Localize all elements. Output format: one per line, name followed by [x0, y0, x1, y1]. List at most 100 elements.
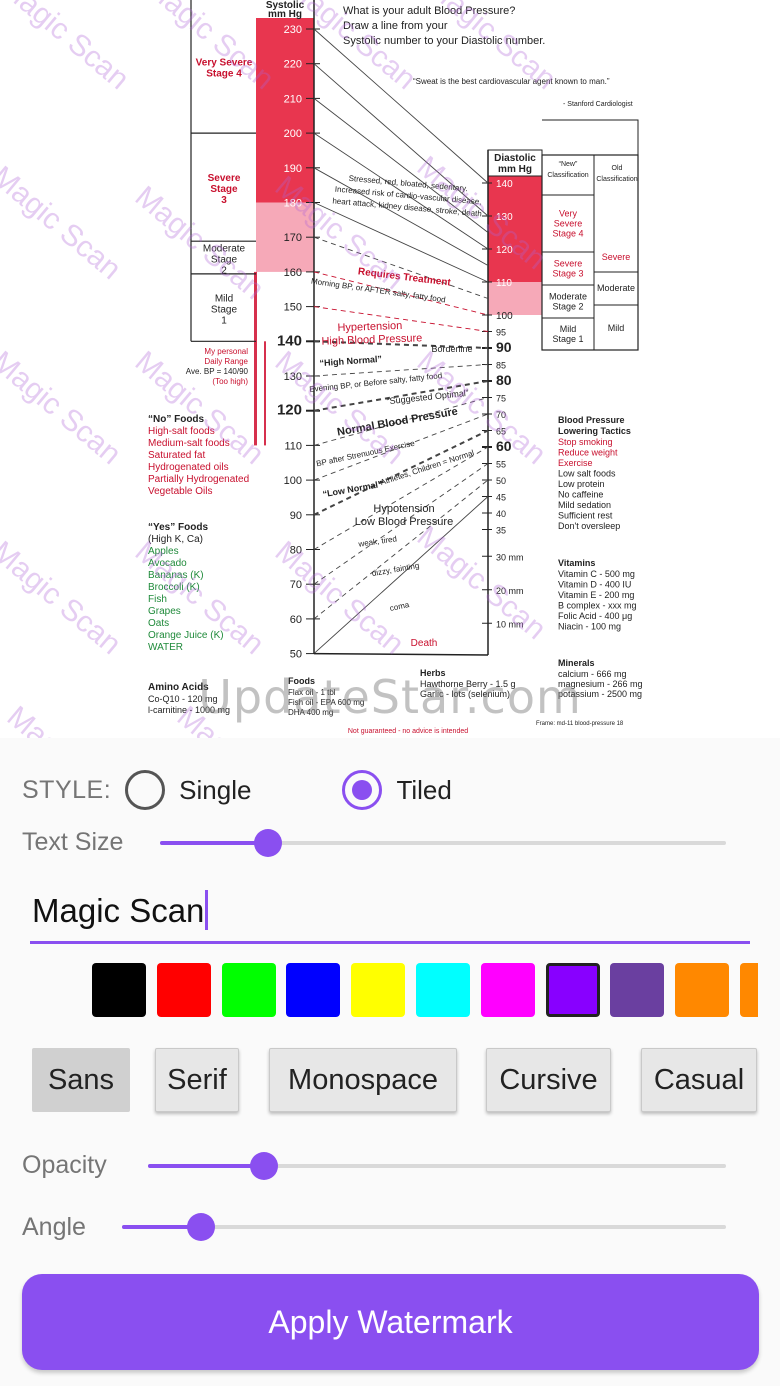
font-casual-button[interactable]: Casual — [641, 1048, 757, 1112]
systolic-tick-label: 230 — [284, 24, 302, 36]
old-class-moderate: Moderate — [597, 283, 635, 293]
old-class-title: Old — [612, 165, 623, 172]
diastolic-tick-label: 140 — [496, 179, 513, 190]
old-class-severe: Severe — [602, 252, 631, 262]
systolic-tick-label: 100 — [284, 475, 302, 487]
diastolic-tick-label: 100 — [496, 311, 513, 322]
radio-tiled-circle[interactable] — [342, 770, 383, 810]
zone-text: “Suggested Optimal” — [386, 388, 469, 407]
personal-range-text: (Too high) — [212, 377, 248, 386]
tactic-item: No caffeine — [558, 490, 603, 500]
diastolic-tick-label: 110 — [496, 278, 512, 289]
color-swatch[interactable] — [286, 963, 341, 1017]
style-tiled-label: Tiled — [396, 774, 452, 805]
watermark-text-value: Magic Scan — [32, 892, 205, 929]
yes-food-item: Orange Juice (K) — [148, 630, 224, 641]
personal-range-text: Ave. BP = 140/90 — [186, 367, 249, 376]
diastolic-tick-label: 45 — [496, 493, 506, 503]
opacity-slider[interactable] — [148, 1151, 726, 1181]
angle-thumb[interactable] — [187, 1213, 215, 1241]
diastolic-tick-label: 10 mm — [496, 619, 524, 629]
yes-food-item: (High K, Ca) — [148, 534, 203, 545]
font-options: Sans Serif Monospace Cursive Casual — [0, 1046, 780, 1116]
tactic-item: Mild sedation — [558, 500, 611, 510]
diastolic-title: Diastolic — [494, 153, 536, 164]
zone-text: Low Blood Pressure — [355, 516, 453, 528]
tactic-item: Reduce weight — [558, 448, 618, 458]
systolic-tick-label: 180 — [284, 198, 302, 210]
color-swatch[interactable] — [740, 963, 758, 1017]
yes-food-item: Fish — [148, 594, 167, 605]
vitamin-item: Niacin - 100 mg — [558, 622, 621, 632]
systolic-tick-label: 190 — [284, 163, 302, 175]
color-swatch[interactable] — [416, 963, 470, 1017]
yes-food-item: Avocado — [148, 558, 187, 569]
systolic-tick-label: 120 — [277, 402, 302, 419]
color-swatch[interactable] — [92, 963, 146, 1017]
diastolic-tick-label: 30 mm — [496, 552, 524, 562]
new-class-label: Severe — [554, 219, 583, 229]
personal-range-text: My personal — [204, 347, 248, 356]
stage-label: Stage — [210, 184, 238, 195]
systolic-tick-label: 50 — [290, 649, 302, 661]
diastolic-tick-label: 60 — [496, 438, 512, 454]
angle-slider[interactable] — [122, 1212, 726, 1242]
color-swatch[interactable] — [351, 963, 406, 1017]
text-caret — [205, 890, 209, 930]
style-single-radio[interactable]: Single — [125, 770, 251, 810]
font-sans-button[interactable]: Sans — [32, 1048, 130, 1112]
diastolic-tick-label: 85 — [496, 361, 506, 371]
diastolic-tick-label: 130 — [496, 212, 513, 223]
zone-text: BP after Strenuous Exercise — [315, 439, 416, 469]
apply-watermark-button[interactable]: Apply Watermark — [22, 1274, 759, 1370]
diastolic-tick-label: 120 — [496, 245, 513, 256]
personal-range-text: Daily Range — [204, 357, 248, 366]
site-watermark: UpdateStar.com — [198, 670, 582, 724]
style-single-label: Single — [179, 774, 252, 805]
font-serif-button[interactable]: Serif — [155, 1048, 239, 1112]
diastolic-tick-label: 80 — [496, 372, 512, 388]
color-swatch[interactable] — [480, 963, 535, 1017]
new-class-label: Severe — [554, 259, 583, 269]
no-foods-title: “No” Foods — [148, 414, 205, 425]
tactic-item: Low protein — [558, 479, 605, 489]
font-monospace-button[interactable]: Monospace — [269, 1048, 457, 1112]
text-size-slider[interactable] — [160, 828, 726, 858]
yes-food-item: Oats — [148, 618, 169, 629]
yes-foods-title: “Yes” Foods — [148, 522, 208, 533]
color-swatch[interactable] — [156, 963, 211, 1017]
connecting-line — [313, 28, 489, 184]
diastolic-tick-label: 90 — [496, 339, 512, 355]
style-tiled-radio[interactable]: Tiled — [342, 770, 452, 810]
tactics-title: Blood Pressure — [558, 415, 625, 425]
yes-food-item: Bananas (K) — [148, 570, 204, 581]
color-swatch[interactable] — [610, 963, 665, 1017]
classification-bracket — [542, 119, 639, 155]
minerals-title: Minerals — [558, 658, 595, 668]
new-class-label: Stage 1 — [552, 334, 583, 344]
yes-food-item: Grapes — [148, 606, 181, 617]
stage-label: Stage — [211, 255, 238, 266]
diastolic-tick-label: 65 — [496, 427, 506, 437]
font-cursive-button[interactable]: Cursive — [486, 1048, 611, 1112]
radio-single-circle[interactable] — [125, 770, 166, 810]
no-food-item: Vegetable Oils — [148, 486, 213, 497]
zone-text: coma — [389, 600, 411, 613]
color-swatch[interactable] — [545, 963, 600, 1017]
tactic-item: Stop smoking — [558, 437, 613, 447]
watermark-text-input[interactable]: Magic Scan — [30, 878, 750, 944]
text-size-label: Text Size — [22, 828, 124, 856]
no-food-item: Hydrogenated oils — [148, 462, 229, 473]
systolic-tick-label: 200 — [284, 128, 302, 140]
systolic-tick-label: 210 — [284, 93, 302, 105]
tactic-item: Exercise — [558, 458, 593, 468]
zone-text: dizzy, fainting — [371, 561, 420, 578]
stage-label: 1 — [221, 316, 227, 327]
color-swatch[interactable] — [675, 963, 730, 1017]
text-size-thumb[interactable] — [254, 829, 282, 857]
text-size-fill — [160, 841, 268, 845]
tactics-title-2: Lowering Tactics — [558, 426, 631, 436]
opacity-thumb[interactable] — [250, 1152, 278, 1180]
zone-text: Hypotension — [373, 503, 434, 515]
color-swatch[interactable] — [221, 963, 276, 1017]
